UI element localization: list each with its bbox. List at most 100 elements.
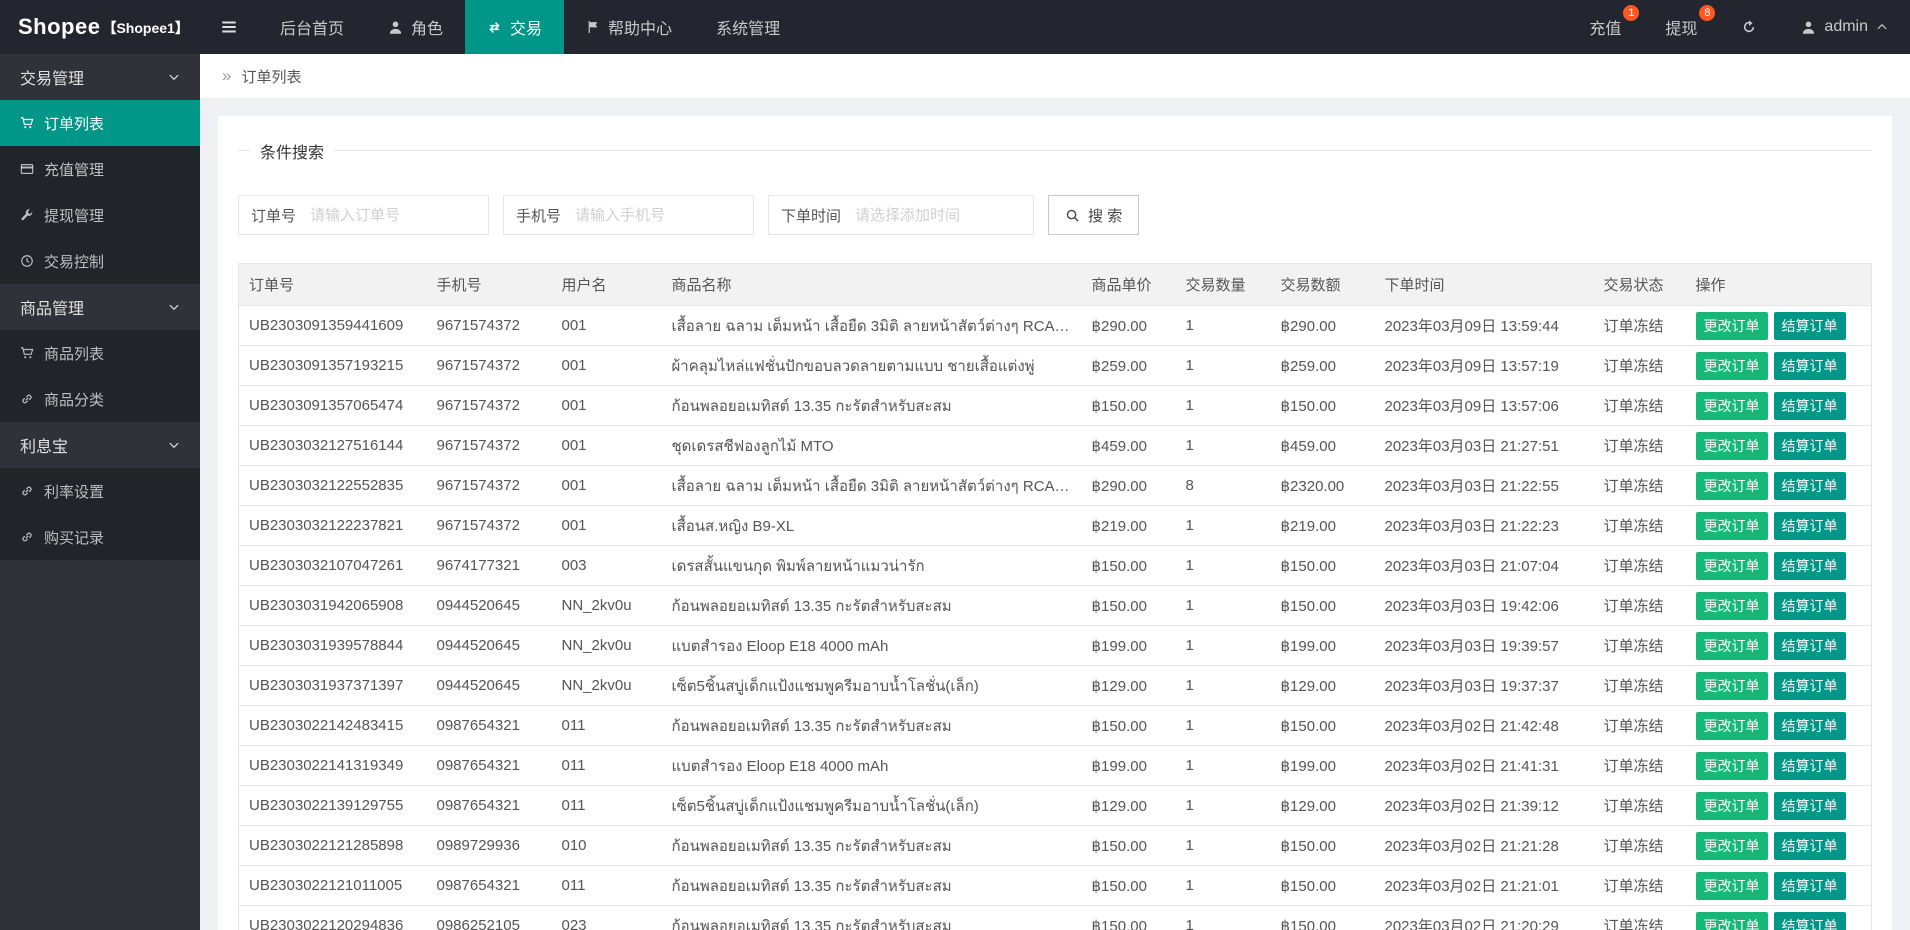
settle-order-button[interactable]: 结算订单 xyxy=(1773,391,1846,420)
settle-order-button[interactable]: 结算订单 xyxy=(1773,671,1846,700)
search-field-0: 订单号 xyxy=(238,195,490,235)
cell-time: 2023年03月09日 13:57:19 xyxy=(1374,345,1594,386)
brand-tag: 【Shopee1】 xyxy=(102,20,189,36)
cell-status: 订单冻结 xyxy=(1593,665,1686,706)
cell-price: ฿259.00 xyxy=(1081,345,1176,386)
change-order-button[interactable]: 更改订单 xyxy=(1695,831,1768,860)
change-order-button[interactable]: 更改订单 xyxy=(1695,911,1768,930)
cell-price: ฿199.00 xyxy=(1081,745,1176,786)
cell-user: NN_2kv0u xyxy=(551,665,662,706)
nav-item-3[interactable]: 帮助中心 xyxy=(564,0,694,54)
nav-item-2[interactable]: 交易 xyxy=(465,0,565,54)
settle-order-button[interactable]: 结算订单 xyxy=(1773,911,1846,930)
cell-product: เสื้อลาย ฉลาม เต็มหน้า เสื้อยืด 3มิติ ลา… xyxy=(661,305,1082,346)
sidebar-item-0-1[interactable]: 充值管理 xyxy=(0,146,200,192)
cell-status: 订单冻结 xyxy=(1593,825,1686,866)
sidebar-item-1-0[interactable]: 商品列表 xyxy=(0,330,200,376)
change-order-button[interactable]: 更改订单 xyxy=(1695,631,1768,660)
cell-actions: 更改订单 结算订单 xyxy=(1685,785,1872,826)
cell-phone: 0944520645 xyxy=(426,585,552,626)
refresh-button[interactable] xyxy=(1719,0,1779,54)
cell-status: 订单冻结 xyxy=(1593,505,1686,546)
withdraw-badge: 8 xyxy=(1699,5,1716,21)
cell-time: 2023年03月02日 21:39:12 xyxy=(1374,785,1594,826)
cell-amount: ฿259.00 xyxy=(1270,345,1375,386)
change-order-button[interactable]: 更改订单 xyxy=(1695,311,1768,340)
cell-price: ฿150.00 xyxy=(1081,825,1176,866)
sidebar-item-0-3[interactable]: 交易控制 xyxy=(0,238,200,284)
hamburger-icon[interactable] xyxy=(200,0,258,54)
cell-time: 2023年03月02日 21:21:01 xyxy=(1374,865,1594,906)
settle-order-button[interactable]: 结算订单 xyxy=(1773,631,1846,660)
table-row: UB2303022139129755 0987654321 011 เซ็ต5ชิ้น… xyxy=(238,785,1872,826)
nav-item-0[interactable]: 后台首页 xyxy=(258,0,366,54)
cell-actions: 更改订单 结算订单 xyxy=(1685,825,1872,866)
change-order-button[interactable]: 更改订单 xyxy=(1695,711,1768,740)
cell-product: เสื้อนส.หญิง B9-XL xyxy=(661,505,1082,546)
settle-order-button[interactable]: 结算订单 xyxy=(1773,751,1846,780)
recharge-button[interactable]: 充值 1 xyxy=(1567,0,1643,54)
change-order-button[interactable]: 更改订单 xyxy=(1695,791,1768,820)
settle-order-button[interactable]: 结算订单 xyxy=(1773,591,1846,620)
search-field-input[interactable] xyxy=(853,196,1034,234)
settle-order-button[interactable]: 结算订单 xyxy=(1773,551,1846,580)
change-order-button[interactable]: 更改订单 xyxy=(1695,391,1768,420)
settle-order-button[interactable]: 结算订单 xyxy=(1773,511,1846,540)
sidebar-item-0-0[interactable]: 订单列表 xyxy=(0,100,200,146)
content-card: 条件搜索 订单号手机号下单时间 搜 索 订单号手机号用户名商品名称商品单价交易数… xyxy=(218,116,1892,930)
settle-order-button[interactable]: 结算订单 xyxy=(1773,351,1846,380)
chevron-down-icon xyxy=(168,71,180,83)
cell-amount: ฿150.00 xyxy=(1270,825,1375,866)
recharge-badge: 1 xyxy=(1623,5,1640,21)
cell-status: 订单冻结 xyxy=(1593,425,1686,466)
change-order-button[interactable]: 更改订单 xyxy=(1695,431,1768,460)
sidebar-section-1[interactable]: 商品管理 xyxy=(0,284,200,330)
search-field-input[interactable] xyxy=(573,196,754,234)
settle-order-button[interactable]: 结算订单 xyxy=(1773,871,1846,900)
change-order-button[interactable]: 更改订单 xyxy=(1695,351,1768,380)
link-icon xyxy=(20,392,34,406)
settle-order-button[interactable]: 结算订单 xyxy=(1773,311,1846,340)
cell-order_no: UB2303022139129755 xyxy=(238,785,427,826)
cell-product: ชุดเดรสชีฟองลูกไม้ MTO xyxy=(661,425,1082,466)
cell-status: 订单冻结 xyxy=(1593,705,1686,746)
sidebar-section-2[interactable]: 利息宝 xyxy=(0,422,200,468)
settle-order-button[interactable]: 结算订单 xyxy=(1773,711,1846,740)
hamburger-icon-glyph xyxy=(220,18,238,36)
sidebar-item-2-1[interactable]: 购买记录 xyxy=(0,514,200,560)
settle-order-button[interactable]: 结算订单 xyxy=(1773,431,1846,460)
search-legend: 条件搜索 xyxy=(250,139,335,163)
settle-order-button[interactable]: 结算订单 xyxy=(1773,471,1846,500)
sidebar-item-2-0[interactable]: 利率设置 xyxy=(0,468,200,514)
cell-product: เซ็ต5ชิ้นสบู่เด็กแป้งแชมพูครีมอาบน้ำโลชั… xyxy=(661,665,1082,706)
change-order-button[interactable]: 更改订单 xyxy=(1695,871,1768,900)
cell-price: ฿459.00 xyxy=(1081,425,1176,466)
cell-product: ก้อนพลอยอเมทิสต์ 13.35 กะรัตสำหรับสะสม xyxy=(661,825,1082,866)
user-menu[interactable]: admin xyxy=(1779,0,1910,54)
change-order-button[interactable]: 更改订单 xyxy=(1695,551,1768,580)
cell-product: ก้อนพลอยอเมทิสต์ 13.35 กะรัตสำหรับสะสม xyxy=(661,385,1082,426)
nav-item-4[interactable]: 系统管理 xyxy=(694,0,802,54)
search-button[interactable]: 搜 索 xyxy=(1048,195,1140,235)
settle-order-button[interactable]: 结算订单 xyxy=(1773,791,1846,820)
change-order-button[interactable]: 更改订单 xyxy=(1695,591,1768,620)
change-order-button[interactable]: 更改订单 xyxy=(1695,751,1768,780)
search-field-input[interactable] xyxy=(308,196,489,234)
cell-qty: 1 xyxy=(1175,625,1271,666)
nav-item-1[interactable]: 角色 xyxy=(366,0,465,54)
change-order-button[interactable]: 更改订单 xyxy=(1695,511,1768,540)
sidebar-item-1-1[interactable]: 商品分类 xyxy=(0,376,200,422)
sidebar-item-label: 交易控制 xyxy=(44,253,105,271)
sidebar-section-0[interactable]: 交易管理 xyxy=(0,54,200,100)
cell-user: 003 xyxy=(551,545,662,586)
sidebar-item-0-2[interactable]: 提现管理 xyxy=(0,192,200,238)
cell-qty: 1 xyxy=(1175,905,1271,930)
search-icon xyxy=(1065,208,1080,223)
withdraw-button[interactable]: 提现 8 xyxy=(1643,0,1719,54)
change-order-button[interactable]: 更改订单 xyxy=(1695,671,1768,700)
cell-order_no: UB2303032107047261 xyxy=(238,545,427,586)
cell-time: 2023年03月03日 21:22:23 xyxy=(1374,505,1594,546)
settle-order-button[interactable]: 结算订单 xyxy=(1773,831,1846,860)
change-order-button[interactable]: 更改订单 xyxy=(1695,471,1768,500)
cell-amount: ฿290.00 xyxy=(1270,305,1375,346)
